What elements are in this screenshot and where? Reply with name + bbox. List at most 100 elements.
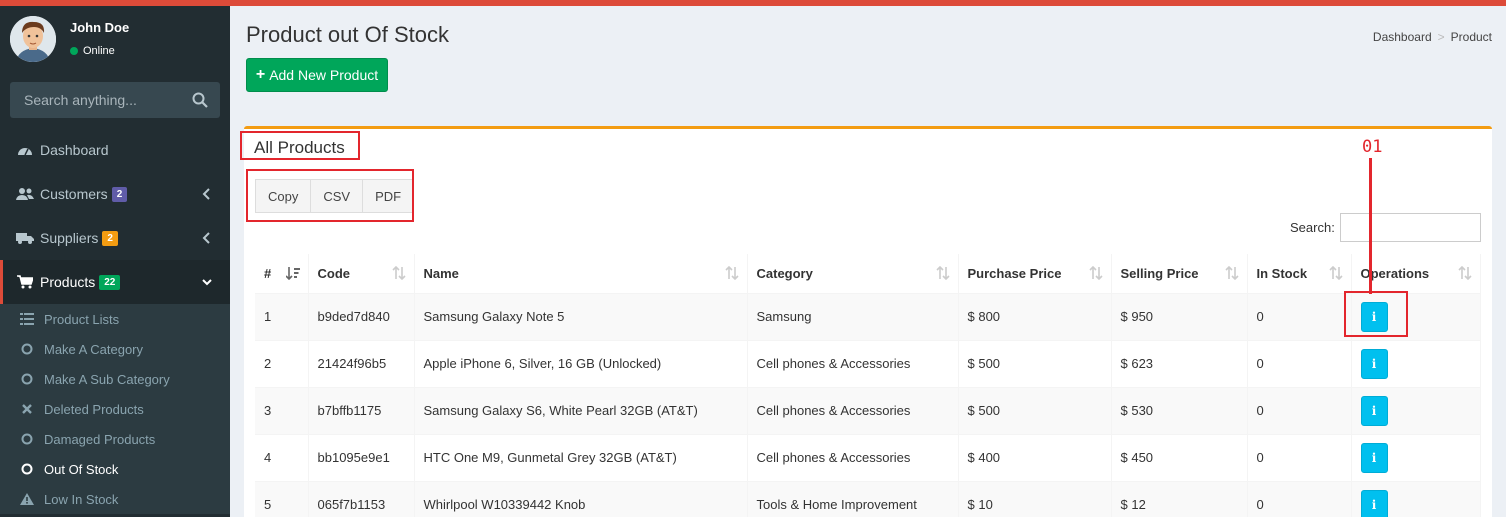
breadcrumb-dashboard[interactable]: Dashboard xyxy=(1373,30,1432,44)
warning-icon xyxy=(20,492,34,506)
cell-selling-price: $ 450 xyxy=(1111,434,1248,482)
cell-code: bb1095e9e1 xyxy=(308,434,415,482)
chevron-left-icon xyxy=(202,232,210,244)
breadcrumb-product: Product xyxy=(1450,30,1492,44)
info-button[interactable]: i xyxy=(1360,348,1388,379)
submenu-item-label: Make A Category xyxy=(44,341,143,357)
column-header-category[interactable]: Category xyxy=(747,254,959,294)
cell-purchase-price: $ 500 xyxy=(958,340,1112,388)
truck-icon xyxy=(16,230,34,246)
cell-operations: i xyxy=(1351,340,1481,388)
sidebar-item-label: Customers xyxy=(40,186,108,202)
circle-icon xyxy=(20,432,34,446)
sort-icon xyxy=(391,266,406,280)
sort-icon xyxy=(1458,266,1472,280)
cell-category: Cell phones & Accessories xyxy=(747,434,959,482)
table-row: 3 b7bffb1175 Samsung Galaxy S6, White Pe… xyxy=(255,387,1481,435)
column-header-in-stock[interactable]: In Stock xyxy=(1247,254,1352,294)
cell-code: b9ded7d840 xyxy=(308,293,415,341)
sidebar-item-suppliers[interactable]: Suppliers 2 xyxy=(0,216,230,260)
products-table: # Code Name Category Purchase Price Sell… xyxy=(255,254,1481,517)
column-header-code[interactable]: Code xyxy=(308,254,415,294)
dashboard-icon xyxy=(16,142,34,158)
cell-selling-price: $ 12 xyxy=(1111,481,1248,517)
circle-icon xyxy=(20,342,34,356)
products-submenu: Product Lists Make A Category Make A Sub… xyxy=(0,304,230,514)
column-header-number[interactable]: # xyxy=(255,254,309,294)
cell-code: b7bffb1175 xyxy=(308,387,415,435)
sort-icon xyxy=(724,266,739,280)
cell-purchase-price: $ 800 xyxy=(958,293,1112,341)
table-row: 5 065f7b1153 Whirlpool W10339442 Knob To… xyxy=(255,481,1481,517)
user-status-label: Online xyxy=(83,45,115,57)
column-header-label: Name xyxy=(423,265,459,281)
cell-category: Cell phones & Accessories xyxy=(747,387,959,435)
sidebar-item-label: Dashboard xyxy=(40,142,109,158)
plus-icon: + xyxy=(255,66,266,83)
table-row: 2 21424f96b5 Apple iPhone 6, Silver, 16 … xyxy=(255,340,1481,388)
submenu-item-make-sub-category[interactable]: Make A Sub Category xyxy=(0,364,230,394)
info-button[interactable]: i xyxy=(1360,489,1388,517)
column-header-label: Selling Price xyxy=(1120,265,1199,281)
sidebar-item-label: Products xyxy=(40,274,96,290)
cell-purchase-price: $ 500 xyxy=(958,387,1112,435)
info-button[interactable]: i xyxy=(1360,395,1388,426)
circle-icon xyxy=(20,462,34,476)
table-search-input[interactable] xyxy=(1340,213,1481,242)
submenu-item-deleted-products[interactable]: Deleted Products xyxy=(0,394,230,424)
cell-code: 21424f96b5 xyxy=(308,340,415,388)
annotation-label: 01 xyxy=(1362,137,1383,157)
sidebar-item-products[interactable]: Products 22 xyxy=(0,260,230,304)
submenu-item-label: Low In Stock xyxy=(44,491,119,507)
column-header-name[interactable]: Name xyxy=(414,254,748,294)
sort-icon xyxy=(1328,266,1343,280)
cell-in-stock: 0 xyxy=(1247,434,1352,482)
annotation-frame xyxy=(240,131,360,160)
chevron-down-icon xyxy=(202,279,212,286)
submenu-item-make-category[interactable]: Make A Category xyxy=(0,334,230,364)
cell-in-stock: 0 xyxy=(1247,387,1352,435)
submenu-item-label: Deleted Products xyxy=(44,401,144,417)
breadcrumb: Dashboard > Product xyxy=(1373,30,1492,44)
cell-operations: i xyxy=(1351,387,1481,435)
info-icon: i xyxy=(1371,403,1377,418)
column-header-purchase-price[interactable]: Purchase Price xyxy=(958,254,1112,294)
column-header-label: Category xyxy=(756,265,813,281)
sidebar-search-input[interactable] xyxy=(10,82,190,118)
submenu-item-label: Out Of Stock xyxy=(44,461,119,477)
sidebar-item-customers[interactable]: Customers 2 xyxy=(0,172,230,216)
list-icon xyxy=(20,312,34,326)
info-button[interactable]: i xyxy=(1360,442,1388,473)
customers-count-badge: 2 xyxy=(111,186,128,202)
column-header-selling-price[interactable]: Selling Price xyxy=(1111,254,1248,294)
cell-name: Samsung Galaxy Note 5 xyxy=(414,293,748,341)
chevron-left-icon xyxy=(202,188,210,200)
products-count-badge: 22 xyxy=(99,274,121,290)
cell-name: Whirlpool W10339442 Knob xyxy=(414,481,748,517)
submenu-item-out-of-stock[interactable]: Out Of Stock xyxy=(0,454,230,484)
submenu-item-low-in-stock[interactable]: Low In Stock xyxy=(0,484,230,514)
cell-code: 065f7b1153 xyxy=(308,481,415,517)
submenu-item-product-lists[interactable]: Product Lists xyxy=(0,304,230,334)
cell-number: 1 xyxy=(255,293,309,341)
user-status: Online xyxy=(70,45,115,57)
search-icon[interactable] xyxy=(192,92,208,108)
column-header-label: Code xyxy=(317,265,351,281)
cell-number: 3 xyxy=(255,387,309,435)
cell-selling-price: $ 530 xyxy=(1111,387,1248,435)
user-name: John Doe xyxy=(70,20,130,35)
sidebar-item-dashboard[interactable]: Dashboard xyxy=(0,128,230,172)
add-new-product-button[interactable]: + Add New Product xyxy=(246,58,388,92)
cell-operations: i xyxy=(1351,434,1481,482)
info-icon: i xyxy=(1371,450,1377,465)
annotation-pointer-line xyxy=(1369,158,1372,294)
submenu-item-damaged-products[interactable]: Damaged Products xyxy=(0,424,230,454)
page-title: Product out Of Stock xyxy=(246,22,449,47)
cell-number: 4 xyxy=(255,434,309,482)
cell-selling-price: $ 623 xyxy=(1111,340,1248,388)
cell-in-stock: 0 xyxy=(1247,340,1352,388)
cell-purchase-price: $ 400 xyxy=(958,434,1112,482)
sort-asc-icon xyxy=(285,267,300,280)
annotation-frame xyxy=(1344,291,1408,337)
cell-name: HTC One M9, Gunmetal Grey 32GB (AT&T) xyxy=(414,434,748,482)
